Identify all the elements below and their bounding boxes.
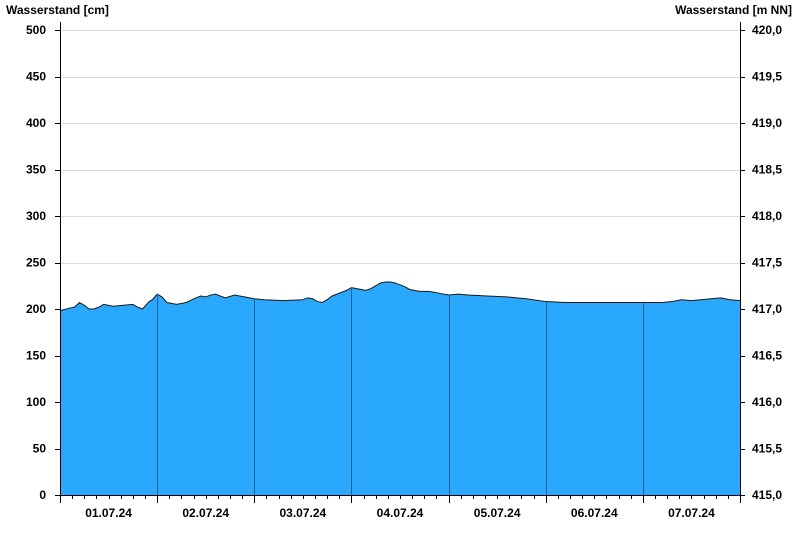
left-tick-label: 0	[39, 488, 46, 502]
x-tick-label: 04.07.24	[377, 506, 424, 520]
chart-svg: Wasserstand [cm] Wasserstand [m NN] 0 50 1…	[6, 3, 792, 520]
right-tick-label: 417,0	[752, 302, 782, 316]
x-tick-label: 07.07.24	[668, 506, 715, 520]
right-axis-title: Wasserstand [m NN]	[675, 3, 792, 17]
left-tick-label: 50	[33, 442, 47, 456]
right-tick-label: 419,0	[752, 116, 782, 130]
left-tick-label: 150	[26, 349, 46, 363]
left-axis-title: Wasserstand [cm]	[6, 3, 109, 17]
right-tick-label: 418,0	[752, 209, 782, 223]
right-tick-label: 415,5	[752, 442, 782, 456]
water-level-chart: Wasserstand [cm] Wasserstand [m NN] 0 50 1…	[0, 0, 800, 550]
left-tick-label: 300	[26, 209, 46, 223]
x-tick-label: 01.07.24	[85, 506, 132, 520]
right-tick-label: 416,5	[752, 349, 782, 363]
left-tick-label: 200	[26, 302, 46, 316]
x-tick-label: 02.07.24	[182, 506, 229, 520]
left-tick-label: 500	[26, 23, 46, 37]
water-level-area	[60, 282, 740, 495]
right-tick-label: 415,0	[752, 488, 782, 502]
right-tick-label: 419,5	[752, 70, 782, 84]
left-tick-label: 350	[26, 163, 46, 177]
x-tick-label: 05.07.24	[474, 506, 521, 520]
left-tick-label: 450	[26, 70, 46, 84]
left-tick-label: 400	[26, 116, 46, 130]
left-tick-label: 250	[26, 256, 46, 270]
right-tick-label: 417,5	[752, 256, 782, 270]
right-tick-label: 420,0	[752, 23, 782, 37]
right-tick-label: 418,5	[752, 163, 782, 177]
x-tick-label: 03.07.24	[279, 506, 326, 520]
left-tick-label: 100	[26, 395, 46, 409]
x-tick-label: 06.07.24	[571, 506, 618, 520]
right-tick-label: 416,0	[752, 395, 782, 409]
plot-area	[59, 281, 741, 495]
